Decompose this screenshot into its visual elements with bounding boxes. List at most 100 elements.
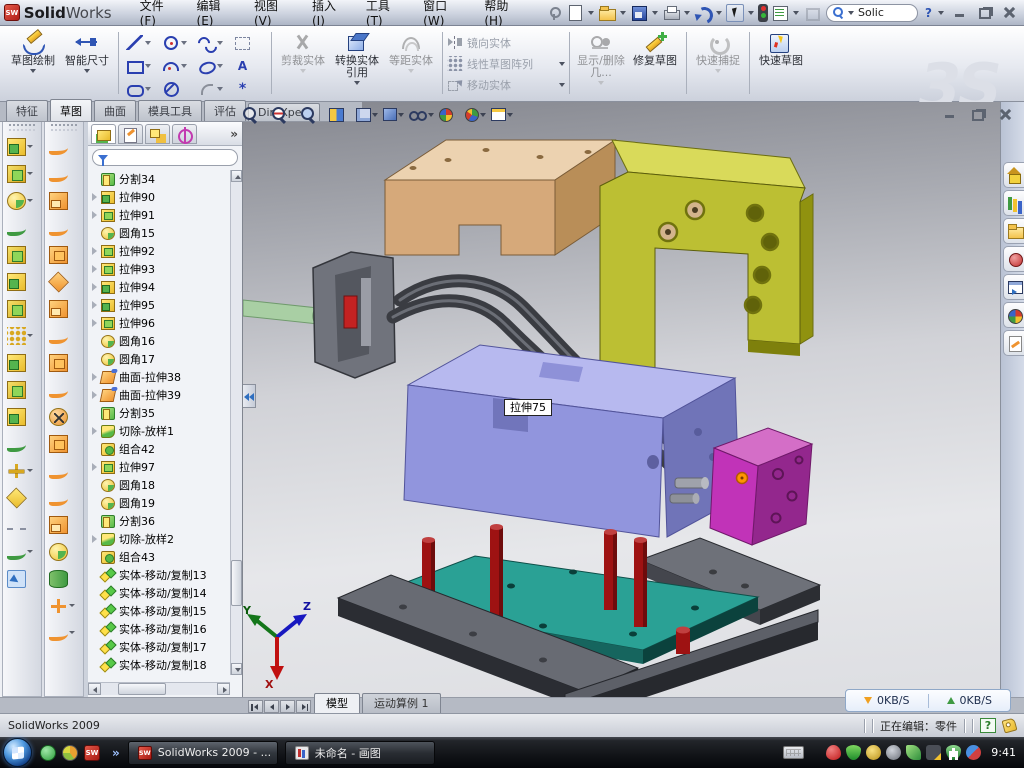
tree-item[interactable]: 实体-移动/复制17 — [88, 638, 230, 656]
tree-item[interactable]: 圆角17 — [88, 350, 230, 368]
tree-item[interactable]: 分割34 — [88, 170, 230, 188]
command-tab[interactable]: 草图 — [50, 99, 92, 121]
tree-item[interactable]: 圆角16 — [88, 332, 230, 350]
toolbar-button[interactable] — [3, 241, 41, 268]
chevron-down-icon[interactable] — [848, 11, 854, 15]
chevron-down-icon[interactable] — [69, 604, 75, 607]
tree-item[interactable]: 拉伸95 — [88, 296, 230, 314]
scroll-up-icon[interactable] — [231, 170, 242, 182]
chevron-down-icon[interactable] — [30, 69, 36, 73]
tray-icon-updater[interactable] — [966, 745, 981, 760]
tree-item[interactable]: 切除-放样2 — [88, 530, 230, 548]
sketch-entity-button[interactable] — [159, 54, 195, 77]
toolbar-button[interactable] — [45, 538, 83, 565]
hud-button[interactable] — [465, 108, 486, 122]
toolbar-button[interactable] — [45, 565, 83, 592]
tree-item[interactable]: 曲面-拉伸39 — [88, 386, 230, 404]
taskbar-task-button[interactable]: SW SolidWorks 2009 - ... — [128, 741, 278, 765]
close-button[interactable] — [1000, 5, 1020, 20]
convert-entities-button[interactable]: 转换实体引用 — [330, 30, 384, 85]
tree-item[interactable]: 实体-移动/复制13 — [88, 566, 230, 584]
hud-button[interactable] — [383, 108, 404, 121]
toolbar-grip[interactable] — [51, 124, 77, 131]
chevron-down-icon[interactable] — [428, 113, 434, 117]
tree-item[interactable]: 分割35 — [88, 404, 230, 422]
sketch-entity-button[interactable] — [195, 77, 231, 100]
toolbar-button[interactable] — [3, 457, 41, 484]
command-tab[interactable]: 曲面 — [94, 100, 136, 121]
select-cursor-icon[interactable] — [726, 4, 744, 22]
green-rod-part[interactable] — [243, 300, 323, 325]
toolbar-button[interactable] — [45, 484, 83, 511]
tags-icon[interactable] — [1002, 718, 1018, 734]
toolbar-button[interactable] — [45, 268, 83, 295]
chevron-down-icon[interactable] — [27, 199, 33, 202]
panel-collapse-handle[interactable] — [243, 384, 256, 408]
chevron-down-icon[interactable] — [27, 550, 33, 553]
chevron-down-icon[interactable] — [145, 87, 151, 91]
view-palette-icon[interactable] — [1003, 274, 1024, 300]
tree-item[interactable]: 组合42 — [88, 440, 230, 458]
hud-button[interactable] — [300, 106, 324, 123]
new-document-icon[interactable] — [566, 4, 584, 22]
tree-vertical-scrollbar[interactable] — [230, 170, 242, 675]
toolbar-button[interactable] — [3, 187, 41, 214]
toolbar-button[interactable] — [45, 592, 83, 619]
last-tab-button[interactable] — [296, 700, 311, 713]
expand-arrow-icon[interactable] — [90, 426, 100, 436]
keyboard-layout-icon[interactable] — [783, 746, 804, 759]
tree-item[interactable]: 拉伸97 — [88, 458, 230, 476]
chevron-down-icon[interactable] — [217, 64, 223, 68]
file-explorer-icon[interactable] — [1003, 218, 1024, 244]
sketch-entity-button[interactable] — [195, 54, 231, 77]
model-tab[interactable]: 模型 — [314, 693, 360, 713]
tray-icon-network-warning[interactable] — [926, 745, 941, 760]
tree-item[interactable]: 拉伸96 — [88, 314, 230, 332]
tree-item[interactable]: 圆角15 — [88, 224, 230, 242]
toolbar-grip[interactable] — [9, 124, 35, 131]
tray-icon-badge[interactable] — [866, 745, 881, 760]
chevron-down-icon[interactable] — [27, 469, 33, 472]
toolbar-button[interactable] — [3, 268, 41, 295]
toolbar-button[interactable] — [3, 511, 41, 538]
tree-item[interactable]: 组合43 — [88, 548, 230, 566]
toolbar-button[interactable] — [45, 376, 83, 403]
quick-launch-chevron[interactable]: » — [112, 746, 120, 760]
toolbar-button[interactable] — [45, 133, 83, 160]
tree-item[interactable]: 曲面-拉伸38 — [88, 368, 230, 386]
tree-item[interactable]: 拉伸92 — [88, 242, 230, 260]
toolbar-button[interactable] — [45, 214, 83, 241]
tray-icon-green-app[interactable] — [906, 745, 921, 760]
tree-item[interactable]: 实体-移动/复制16 — [88, 620, 230, 638]
tree-item[interactable]: 圆角19 — [88, 494, 230, 512]
open-icon[interactable] — [598, 4, 616, 22]
expand-arrow-icon[interactable] — [90, 534, 100, 544]
toolbar-button[interactable] — [3, 565, 41, 592]
dimxpertmanager-tab-icon[interactable] — [172, 124, 197, 144]
chevron-down-icon[interactable] — [620, 11, 626, 15]
tree-filter-input[interactable] — [92, 149, 238, 166]
hud-button[interactable] — [356, 108, 378, 122]
sketch-entity-button[interactable] — [195, 31, 231, 54]
scroll-down-icon[interactable] — [231, 663, 242, 675]
help-button[interactable]: ? — [923, 6, 934, 20]
tray-icon-security-plus[interactable] — [946, 745, 961, 760]
search-icon[interactable] — [1003, 246, 1024, 272]
taskbar-task-button[interactable]: 未命名 - 画图 — [285, 741, 435, 765]
toolbar-button[interactable] — [3, 376, 41, 403]
resources-icon[interactable] — [1003, 162, 1024, 188]
expand-arrow-icon[interactable] — [90, 390, 100, 400]
tree-item[interactable]: 拉伸94 — [88, 278, 230, 296]
scrollbar-thumb[interactable] — [231, 560, 242, 606]
doc-close-button[interactable] — [996, 107, 1014, 121]
chevron-down-icon[interactable] — [372, 113, 378, 117]
design-library-icon[interactable] — [1003, 190, 1024, 216]
sketch-entity-button[interactable] — [159, 31, 195, 54]
rapid-sketch-button[interactable]: 快速草图 — [754, 30, 808, 67]
propertymanager-tab-icon[interactable] — [118, 124, 143, 144]
solidworks-quick-icon[interactable]: SW — [84, 745, 100, 761]
appearances-icon[interactable] — [1003, 302, 1024, 328]
chevron-down-icon[interactable] — [684, 11, 690, 15]
restore-button[interactable] — [975, 5, 995, 20]
model-tab[interactable]: 运动算例 1 — [362, 693, 441, 713]
